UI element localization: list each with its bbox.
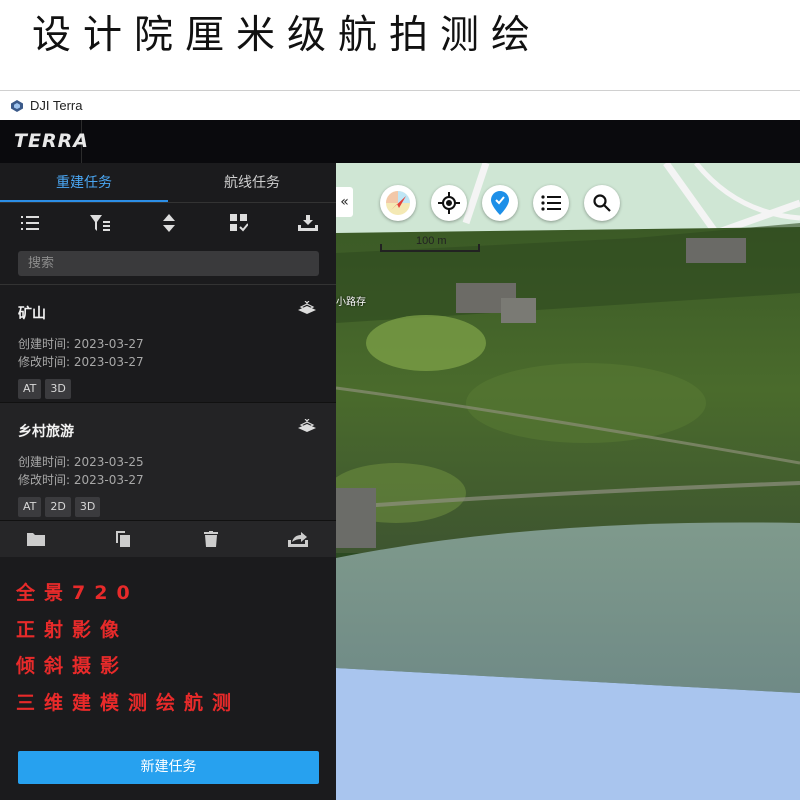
compass-icon[interactable]: [380, 185, 416, 221]
tab-reconstruction[interactable]: 重建任务: [0, 163, 168, 202]
task-card[interactable]: 乡村旅游 创建时间: 2023-03-25 修改时间: 2023-03-27 A…: [0, 403, 336, 521]
banner-title: 设计院厘米级航拍测绘: [32, 13, 543, 58]
locate-icon[interactable]: [431, 185, 467, 221]
search-input[interactable]: [28, 256, 319, 271]
task-tags: AT 3D: [18, 379, 318, 399]
pin-icon[interactable]: [482, 185, 518, 221]
promo-line: 正射影像: [16, 618, 129, 641]
brand-logo: TERRA: [0, 120, 88, 163]
list-icon[interactable]: [20, 213, 40, 233]
dji-terra-app-icon: [11, 99, 23, 112]
task-modified-time: 修改时间: 2023-03-27: [18, 355, 144, 369]
copy-icon[interactable]: [113, 529, 133, 549]
trash-icon[interactable]: [201, 529, 221, 549]
sidebar-toolbar: [0, 203, 336, 243]
task-created-time: 创建时间: 2023-03-27: [18, 337, 144, 351]
reconstruction-type-icon: [298, 419, 316, 432]
tag-badge: 3D: [74, 497, 101, 517]
tab-flight-route[interactable]: 航线任务: [168, 163, 336, 202]
layers-list-icon[interactable]: [533, 185, 569, 221]
task-modified-time: 修改时间: 2023-03-27: [18, 473, 144, 487]
task-tabs: 重建任务 航线任务: [0, 163, 336, 203]
reconstruction-type-icon: [298, 301, 316, 314]
collapse-sidebar-button[interactable]: «: [336, 187, 353, 217]
scale-line: [380, 250, 480, 252]
task-created-time: 创建时间: 2023-03-25: [18, 455, 144, 469]
new-task-button[interactable]: 新建任务: [18, 751, 319, 784]
promo-line: 倾斜摄影: [16, 655, 129, 677]
tag-badge: 3D: [45, 379, 71, 399]
window-title: DJI Terra: [30, 98, 83, 113]
sidebar: 重建任务 航线任务 搜索 矿山 创建时间: 2023-03-27 修改时间: 2…: [0, 163, 336, 800]
tag-badge: 2D: [45, 497, 71, 517]
aerial-map-image: [336, 163, 800, 800]
task-card[interactable]: 矿山 创建时间: 2023-03-27 修改时间: 2023-03-27 AT …: [0, 285, 336, 403]
filter-icon[interactable]: [89, 213, 110, 233]
promo-text-list: 全景720 正射影像 倾斜摄影 三维建模测绘航测: [16, 575, 240, 721]
scale-tick: [380, 244, 382, 252]
map-view[interactable]: « 100 m 小路存: [336, 163, 800, 800]
tag-badge: AT: [18, 497, 42, 517]
task-name: 矿山: [18, 306, 46, 322]
window-titlebar: DJI Terra: [0, 90, 800, 120]
promo-line: 三维建模测绘航测: [16, 691, 241, 714]
scale-tick: [478, 244, 480, 252]
tag-badge: AT: [18, 379, 42, 399]
search-box: [18, 251, 319, 276]
app-header: TERRA: [0, 120, 800, 163]
task-name: 乡村旅游: [18, 424, 74, 440]
sort-icon[interactable]: [159, 213, 179, 233]
promo-line: 全景720: [16, 582, 139, 604]
task-tags: AT 2D 3D: [18, 497, 318, 517]
import-icon[interactable]: [298, 213, 318, 233]
map-place-label: 小路存: [336, 297, 366, 308]
task-action-bar: [0, 521, 336, 557]
map-scale-bar: 100 m: [380, 235, 480, 252]
select-grid-icon[interactable]: [229, 213, 249, 233]
export-icon[interactable]: [287, 529, 308, 549]
folder-icon[interactable]: [26, 529, 46, 549]
scale-label: 100 m: [416, 235, 447, 247]
search-icon[interactable]: [584, 185, 620, 221]
